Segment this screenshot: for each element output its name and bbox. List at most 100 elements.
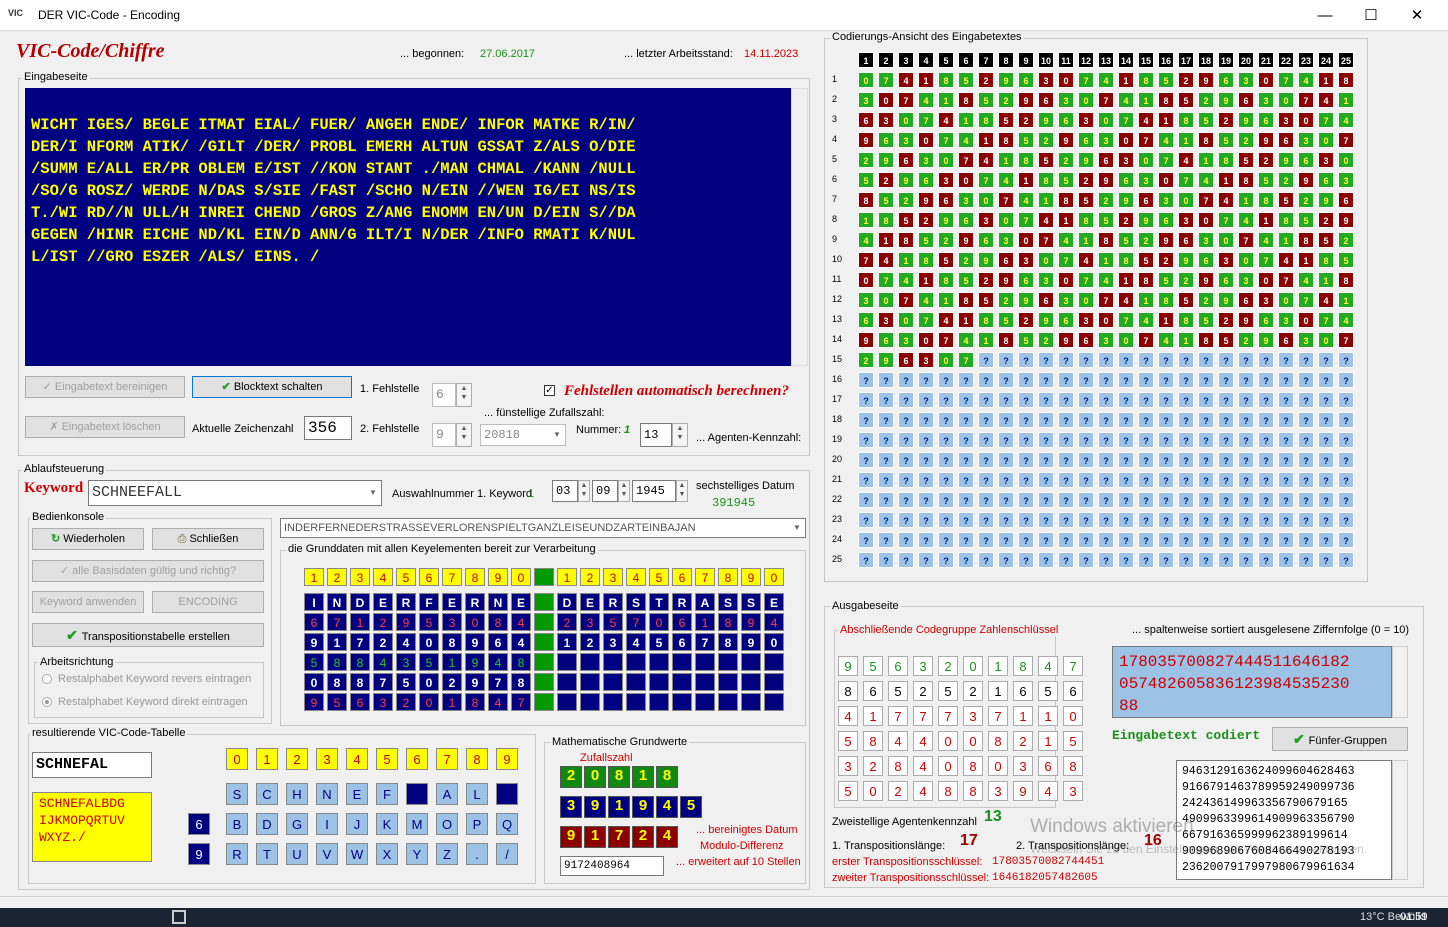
grid-cell: 2	[1118, 212, 1134, 228]
chevron-down-icon[interactable]: ▼	[366, 484, 380, 502]
key-cell	[695, 653, 715, 671]
grid-cell: 1	[1038, 192, 1054, 208]
grid-cell: 8	[1298, 232, 1314, 248]
grid-cell: 7	[878, 72, 894, 88]
month-spinner[interactable]: ▲ ▼	[618, 480, 630, 502]
coded-line: 24243614996335679067916​5	[1182, 797, 1348, 810]
clean-input-button[interactable]: ✓ Eingabetext bereinigen	[25, 376, 185, 398]
chevron-down-icon[interactable]: ▼	[790, 520, 804, 536]
fehl1-field[interactable]: 6	[432, 383, 456, 407]
coded-scrollbar[interactable]	[1392, 760, 1408, 880]
grid-cell: 0	[1298, 312, 1314, 328]
vic-keyword-field: SCHNEFAL	[32, 752, 152, 778]
codegroup-cell: 0	[938, 731, 958, 751]
keyword-combo[interactable]: SCHNEEFALL	[88, 480, 382, 506]
key-cell	[649, 673, 669, 691]
grid-cell: ?	[1218, 352, 1234, 368]
year-spinner[interactable]: ▲ ▼	[676, 480, 688, 502]
math-ext-field: 9172408964	[560, 856, 664, 876]
coded-output-box[interactable]: 94631291636240996046284​63 91667914637899…	[1176, 760, 1392, 880]
close-button[interactable]: ⎙ Schließen	[152, 528, 264, 550]
sorted-digits-box[interactable]: 17803570082744451164618​2 057482605836123…	[1112, 646, 1392, 718]
grid-cell: ?	[1198, 392, 1214, 408]
grid-cell: ?	[1218, 372, 1234, 388]
block-text-button[interactable]: ✔ Blocktext schalten	[192, 376, 352, 398]
grid-cell: 7	[1098, 92, 1114, 108]
grid-cell: 3	[858, 92, 874, 108]
grid-cell: ?	[958, 392, 974, 408]
grid-cell: 8	[998, 332, 1014, 348]
vic-row-label: 9	[188, 843, 210, 865]
minimize-icon[interactable]: —	[1302, 0, 1348, 31]
create-transposition-button[interactable]: ✔ Transpositionstabelle erstellen	[32, 623, 264, 647]
start-icon[interactable]	[172, 910, 186, 924]
last-work-date: 14.11.2023	[744, 48, 799, 60]
grid-cell: 3	[1058, 292, 1074, 308]
grid-row-header: 23	[832, 514, 843, 524]
agent-spinner[interactable]: ▲ ▼	[672, 423, 688, 447]
key-cell: 9	[304, 633, 324, 651]
vic-header-cell: 2	[286, 748, 308, 770]
key-cell: 7	[626, 613, 646, 631]
maximize-icon[interactable]: ☐	[1348, 0, 1394, 31]
grid-cell: ?	[1338, 392, 1354, 408]
grid-cell: ?	[898, 492, 914, 508]
grid-cell: ?	[978, 512, 994, 528]
sorted-scrollbar[interactable]	[1392, 646, 1408, 718]
delete-input-button[interactable]: ✗ Eingabetext löschen	[25, 416, 185, 438]
grid-cell: 7	[978, 172, 994, 188]
grid-cell: ?	[1038, 412, 1054, 428]
grid-cell: ?	[1058, 552, 1074, 568]
apply-keyword-button[interactable]: Keyword anwenden	[32, 591, 144, 613]
grid-cell: 8	[1278, 212, 1294, 228]
alphabet-combo[interactable]: INDERFERNEDERSTRASSEVERLORENSPIELTGANZLE…	[280, 518, 806, 538]
key-header-cell: 6	[672, 568, 692, 586]
fehl2-field[interactable]: 9	[432, 423, 456, 447]
grid-cell: 3	[1138, 172, 1154, 188]
grid-cell: 3	[998, 232, 1014, 248]
encoding-button[interactable]: ENCODING	[152, 591, 264, 613]
input-textarea[interactable]: WICHT IGES/ BEGLE ITMAT EIAL/ FUER/ ANGE…	[25, 88, 791, 366]
day-spinner[interactable]: ▲ ▼	[578, 480, 590, 502]
grid-cell: 1	[1318, 72, 1334, 88]
grid-cell: ?	[1278, 532, 1294, 548]
close-icon[interactable]: ✕	[1394, 0, 1440, 31]
grid-cell: ?	[1338, 452, 1354, 468]
grid-cell: 8	[1098, 232, 1114, 248]
agent-field[interactable]: 13	[640, 423, 672, 447]
codegroup-cell: 5	[1038, 681, 1058, 701]
grid-cell: 2	[978, 72, 994, 88]
fehl2-spinner[interactable]: ▲ ▼	[456, 423, 472, 447]
five-groups-button[interactable]: ✔ Fünfer-Gruppen	[1272, 727, 1408, 751]
grid-cell: 3	[938, 172, 954, 188]
key-cell	[695, 693, 715, 711]
grid-cell: ?	[1098, 352, 1114, 368]
grid-cell: ?	[1338, 412, 1354, 428]
key-cell	[534, 613, 554, 631]
grid-cell: 1	[1178, 332, 1194, 348]
reverse-radio[interactable]	[42, 674, 52, 684]
grid-cell: ?	[1198, 472, 1214, 488]
auto-checkbox[interactable]: ✓	[544, 385, 555, 396]
direct-radio[interactable]	[42, 697, 52, 707]
fehl1-spinner[interactable]: ▲ ▼	[456, 383, 472, 407]
grid-cell: ?	[858, 472, 874, 488]
year-field[interactable]: 1945	[632, 480, 676, 502]
grid-cell: 3	[1278, 312, 1294, 328]
grid-cell: 3	[878, 312, 894, 328]
grid-cell: 4	[1298, 272, 1314, 288]
grid-cell: 9	[1098, 172, 1114, 188]
grid-cell: ?	[1058, 532, 1074, 548]
chevron-down-icon[interactable]: ▼	[550, 426, 564, 444]
month-field[interactable]: 09	[592, 480, 618, 502]
validate-button[interactable]: ✓ alle Basisdaten gültig und richtig?	[32, 560, 264, 582]
grid-cell: ?	[898, 372, 914, 388]
day-field[interactable]: 03	[552, 480, 578, 502]
grid-cell: ?	[1318, 552, 1334, 568]
repeat-button[interactable]: ↻ Wiederholen	[32, 528, 144, 550]
input-scrollbar[interactable]	[791, 88, 808, 366]
grid-cell: ?	[1078, 452, 1094, 468]
refresh-icon: ↻	[50, 533, 64, 545]
grid-cell: ?	[938, 552, 954, 568]
grid-cell: 1	[1338, 92, 1354, 108]
